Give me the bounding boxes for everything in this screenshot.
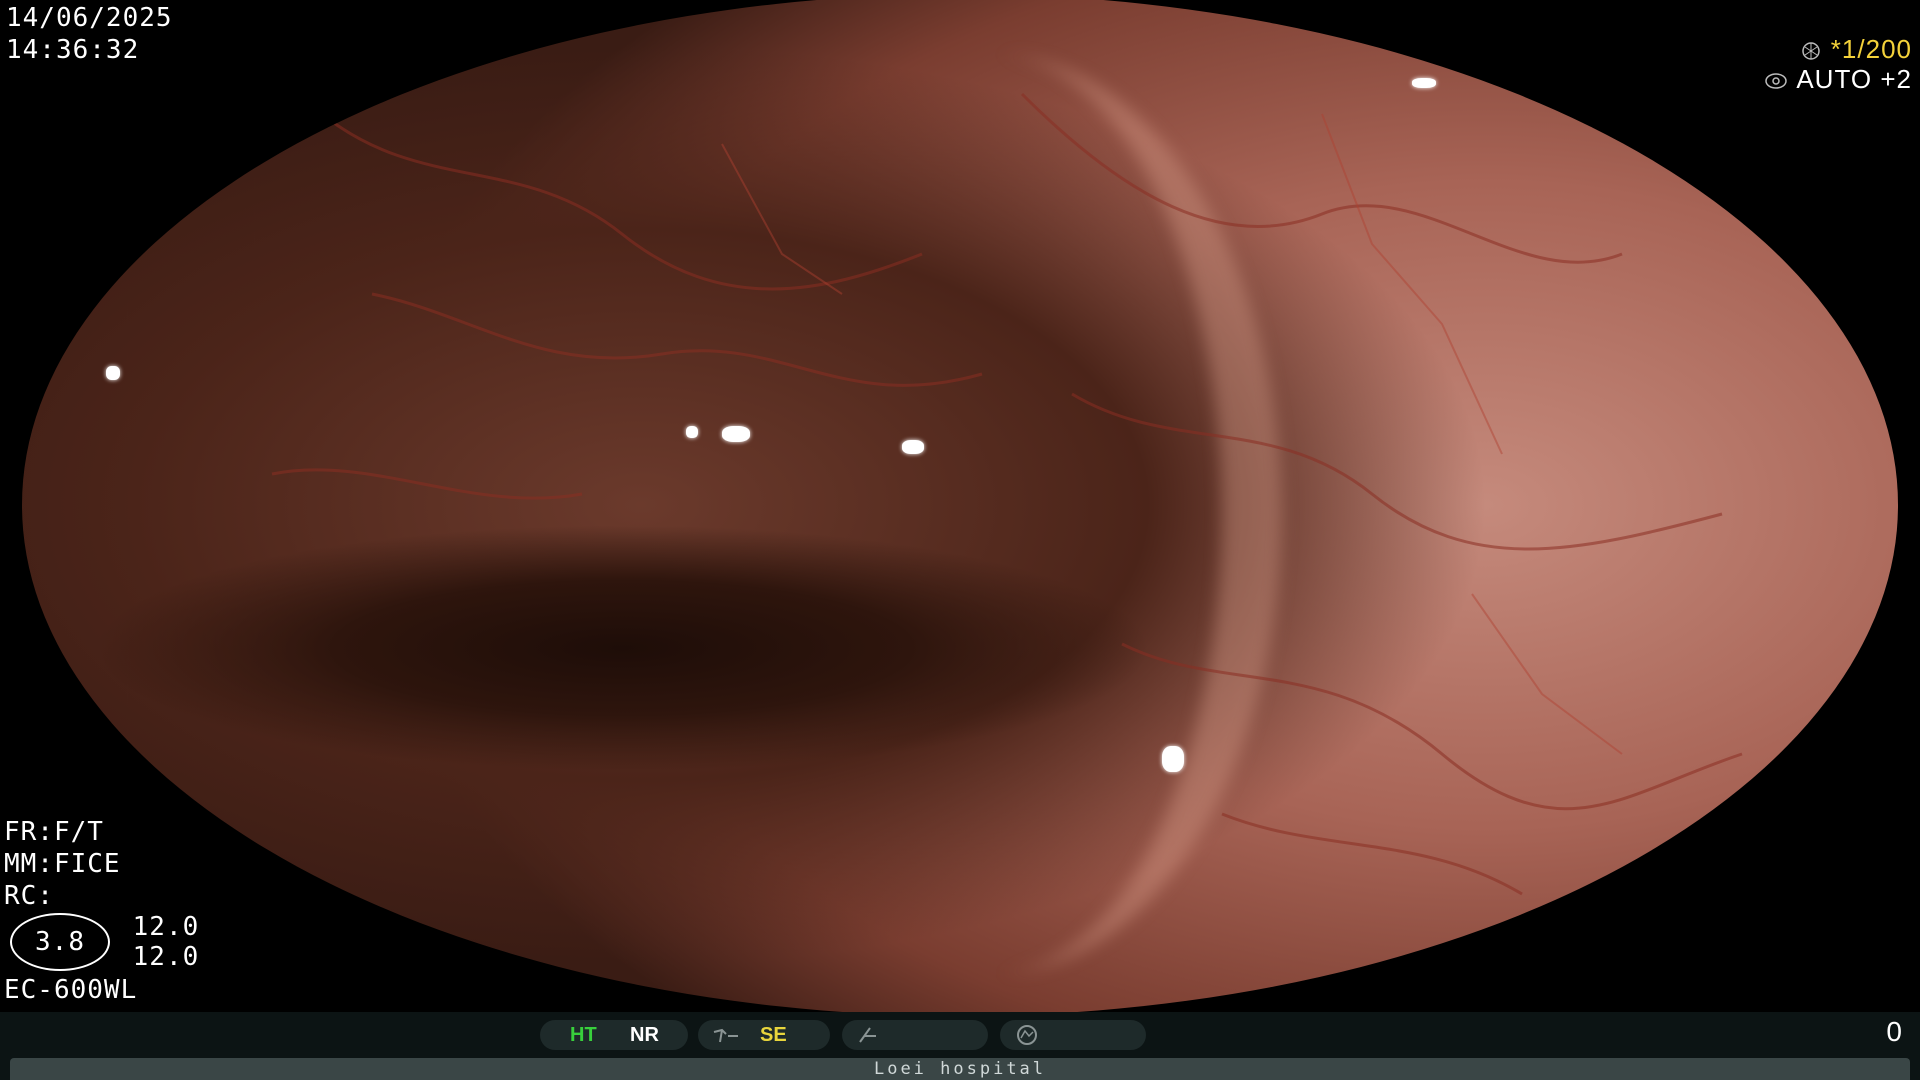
exposure-overlay: *1/200 AUTO +2 <box>1764 34 1912 94</box>
gauge-value: 3.8 <box>10 913 110 971</box>
light-reflection <box>686 426 698 438</box>
ht-indicator: HT <box>570 1024 597 1046</box>
mode-pill <box>1000 1020 1146 1050</box>
datetime-overlay: 14/06/2025 14:36:32 <box>6 2 173 66</box>
rc-setting: RC: <box>4 881 54 911</box>
vascular-pattern <box>271 92 1743 896</box>
endoscope-image <box>22 0 1898 1016</box>
shutter-marker: * <box>1830 34 1842 64</box>
structure-enhance-icon <box>713 1028 738 1043</box>
shutter-value: 1/200 <box>1841 34 1912 64</box>
value-2: 12.0 <box>132 942 200 972</box>
light-reflection <box>722 426 750 442</box>
iris-offset: +2 <box>1880 64 1912 94</box>
time-text: 14:36:32 <box>6 35 140 65</box>
image-counter: 0 <box>1886 1016 1902 1047</box>
se-indicator: SE <box>760 1024 787 1046</box>
se-pill: SE <box>698 1020 830 1050</box>
frame-setting: FR:F/T <box>4 817 104 847</box>
color-enhance-icon <box>859 1027 876 1043</box>
gauge-values: 12.0 12.0 <box>133 912 200 972</box>
ht-nr-pill: HT NR <box>540 1020 688 1050</box>
light-reflection <box>902 440 924 454</box>
light-reflection <box>1530 16 1550 38</box>
status-bar: HT NR SE 0 Loei hospital <box>0 1012 1920 1080</box>
hospital-footer: Loei hospital <box>10 1058 1910 1080</box>
aperture-icon <box>1802 42 1820 60</box>
light-reflection <box>106 366 120 380</box>
light-reflection <box>1676 134 1712 158</box>
mode-circle-icon <box>1017 1025 1037 1045</box>
date-text: 14/06/2025 <box>6 3 173 33</box>
light-reflection <box>1162 746 1184 772</box>
iris-icon <box>1765 73 1788 89</box>
mode-setting: MM:FICE <box>4 849 121 879</box>
settings-overlay: FR:F/T MM:FICE RC: 3.8 12.0 12.0 EC-600W… <box>4 816 199 1006</box>
scope-model: EC-600WL <box>4 975 138 1005</box>
light-reflection <box>1412 78 1436 88</box>
color-pill <box>842 1020 988 1050</box>
nr-indicator: NR <box>630 1024 659 1046</box>
iris-mode: AUTO <box>1796 64 1873 94</box>
value-1: 12.0 <box>132 912 200 942</box>
